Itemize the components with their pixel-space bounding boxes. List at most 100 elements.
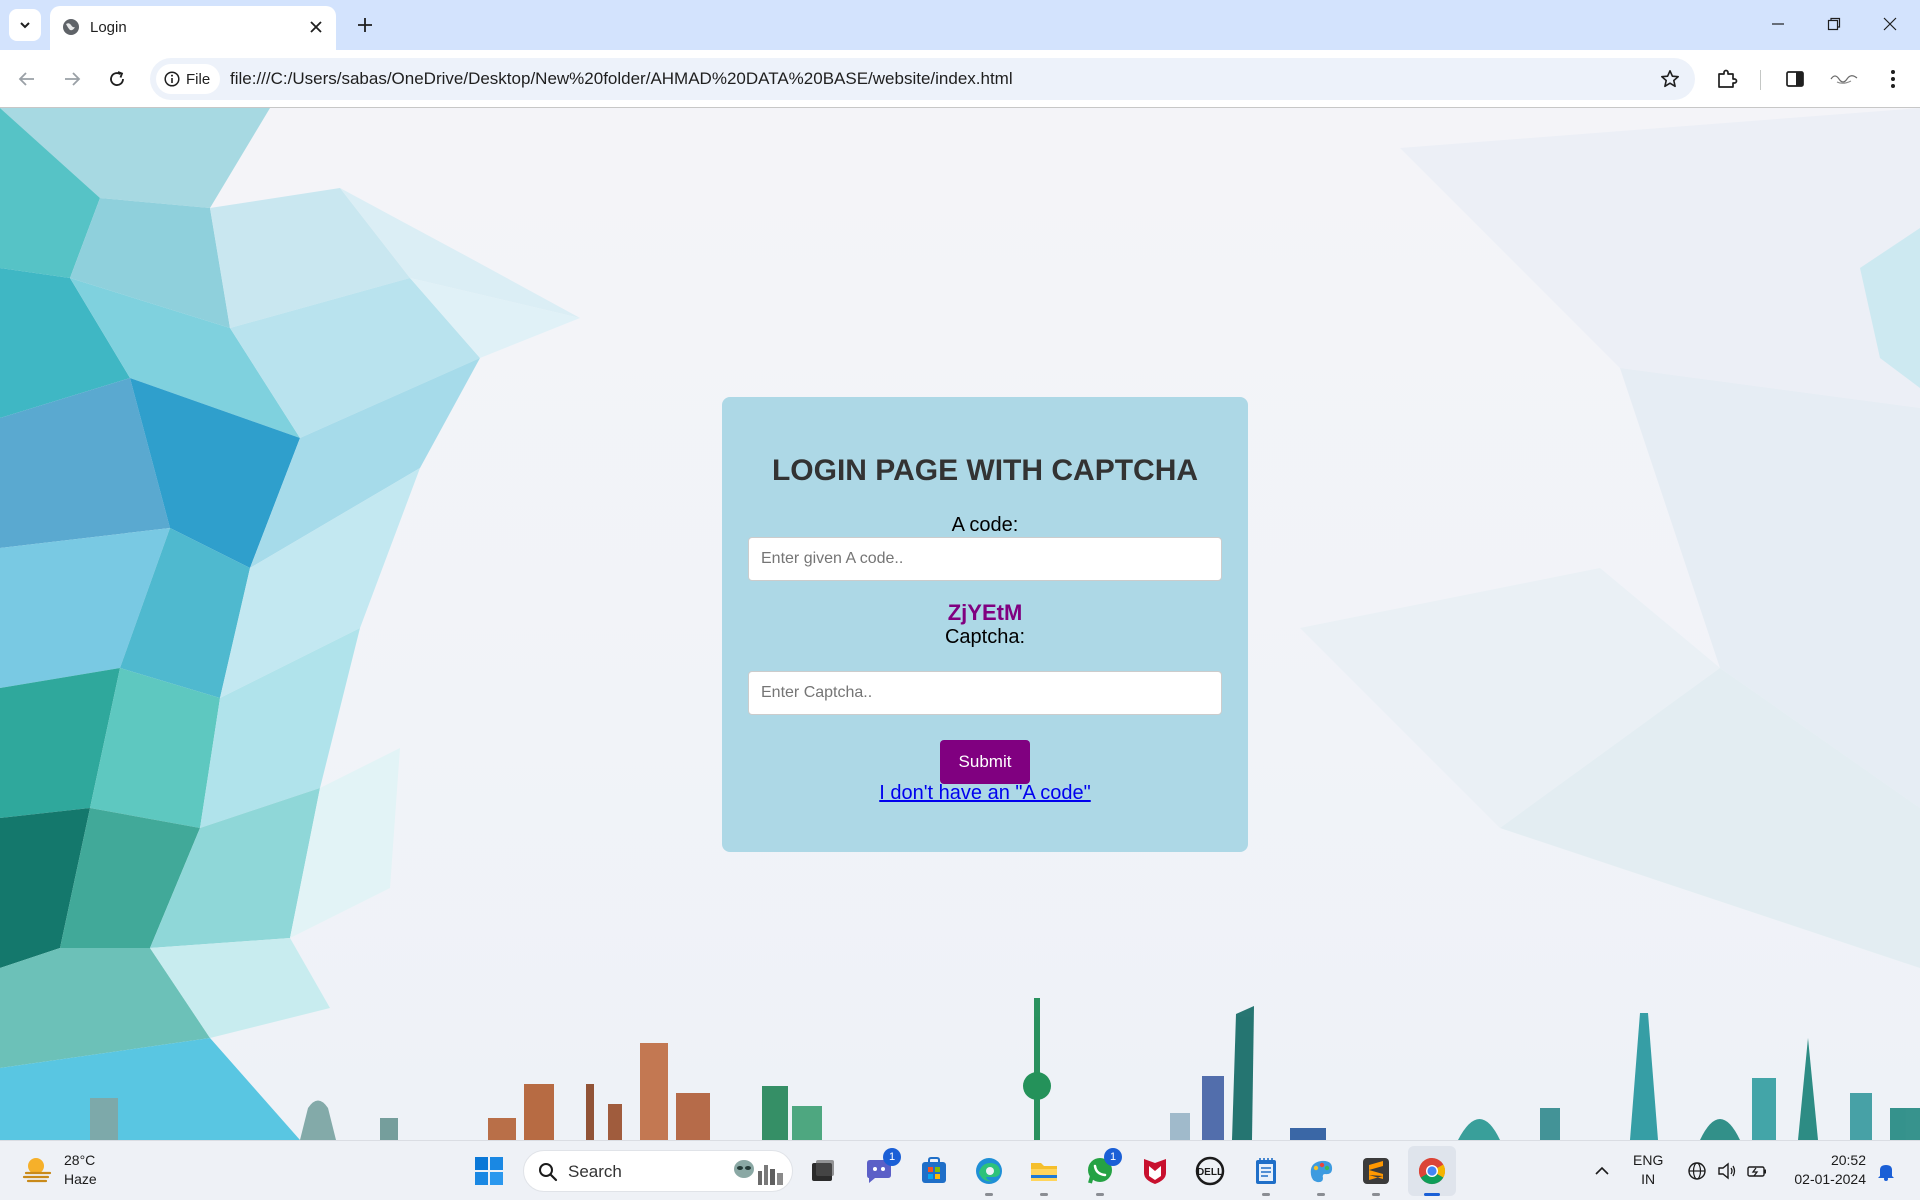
taskbar-search-box[interactable]: Search (523, 1150, 793, 1192)
no-a-code-link[interactable]: I don't have an "A code" (722, 782, 1248, 805)
side-panel-button[interactable] (1782, 66, 1808, 92)
taskbar: 28°C Haze Search 1 1 DELL ENG IN 20:52 0… (0, 1140, 1920, 1200)
notepad-running-indicator (1262, 1193, 1270, 1196)
toolbar-divider (1760, 70, 1761, 90)
whatsapp-badge: 1 (1104, 1148, 1122, 1166)
taskbar-chrome[interactable] (1416, 1155, 1448, 1196)
browser-toolbar: File file:///C:/Users/sabas/OneDrive/Des… (0, 50, 1920, 108)
volume-icon[interactable] (1716, 1160, 1738, 1182)
notepad-icon (1256, 1158, 1276, 1184)
edge-running-indicator (985, 1193, 993, 1196)
a-code-input[interactable] (748, 537, 1222, 581)
sublime-running-indicator (1372, 1193, 1380, 1196)
clock[interactable]: 20:52 02-01-2024 (1780, 1151, 1866, 1189)
new-tab-button[interactable] (352, 12, 378, 38)
info-icon (164, 71, 180, 87)
folder-icon (1031, 1163, 1057, 1181)
login-card: LOGIN PAGE WITH CAPTCHA A code: ZjYEtM C… (722, 397, 1248, 852)
taskbar-teams[interactable]: 1 (863, 1148, 901, 1187)
taskbar-notepad[interactable] (1250, 1155, 1282, 1196)
language-secondary: IN (1641, 1171, 1656, 1187)
paint-running-indicator (1317, 1193, 1325, 1196)
star-icon (1661, 70, 1679, 88)
bookmark-button[interactable] (1657, 66, 1683, 92)
store-icon (922, 1157, 946, 1183)
edge-icon (976, 1158, 1002, 1184)
back-button[interactable] (14, 66, 40, 92)
arrow-left-icon (18, 72, 34, 86)
weather-haze-icon[interactable] (22, 1154, 54, 1186)
url-text[interactable]: file:///C:/Users/sabas/OneDrive/Desktop/… (230, 69, 1013, 89)
taskbar-search-label: Search (568, 1162, 622, 1181)
chevron-down-icon (20, 22, 30, 29)
search-icon (539, 1163, 558, 1182)
language-primary: ENG (1633, 1152, 1664, 1168)
search-highlight-icon (734, 1160, 783, 1185)
minimize-button[interactable] (1758, 8, 1798, 40)
forward-button[interactable] (59, 66, 85, 92)
page-title: LOGIN PAGE WITH CAPTCHA (771, 454, 1199, 487)
svg-text:DELL: DELL (1197, 1167, 1223, 1178)
taskbar-whatsapp[interactable]: 1 (1084, 1148, 1122, 1196)
taskbar-edge[interactable] (973, 1155, 1005, 1196)
taskbar-store[interactable] (918, 1155, 950, 1187)
whatsapp-running-indicator (1096, 1193, 1104, 1196)
close-icon (310, 21, 322, 33)
restore-icon (1827, 17, 1841, 31)
mcafee-shield-icon (1144, 1159, 1166, 1184)
browser-tab-strip: Login (0, 0, 1920, 50)
chrome-icon (1418, 1157, 1446, 1185)
taskbar-paint[interactable] (1305, 1155, 1337, 1196)
task-view-icon (812, 1160, 834, 1181)
paint-icon (1310, 1160, 1333, 1183)
reload-icon (110, 71, 124, 86)
page-viewport: LOGIN PAGE WITH CAPTCHA A code: ZjYEtM C… (0, 108, 1920, 1140)
avatar (1830, 75, 1858, 84)
taskbar-task-view[interactable] (807, 1155, 839, 1187)
extensions-button[interactable] (1714, 66, 1740, 92)
arrow-right-icon (65, 72, 81, 86)
language-indicator[interactable]: ENG IN (1633, 1151, 1663, 1189)
taskbar-file-explorer[interactable] (1028, 1155, 1060, 1196)
chrome-active-indicator (1424, 1193, 1440, 1196)
tab-close-button[interactable] (306, 17, 326, 37)
minimize-icon (1772, 23, 1784, 25)
sublime-text-icon (1363, 1158, 1389, 1184)
tab-search-button[interactable] (9, 9, 41, 41)
captcha-label: Captcha: (944, 626, 1026, 648)
weather-temperature[interactable]: 28°C (64, 1152, 95, 1168)
reload-button[interactable] (104, 66, 130, 92)
restore-button[interactable] (1814, 8, 1854, 40)
site-info-chip[interactable]: File (156, 64, 221, 94)
tab-login[interactable]: Login (50, 6, 336, 50)
taskbar-dell[interactable]: DELL (1194, 1155, 1226, 1187)
puzzle-icon (1718, 69, 1738, 88)
profile-button[interactable] (1826, 64, 1862, 94)
address-bar[interactable]: File file:///C:/Users/sabas/OneDrive/Des… (150, 58, 1695, 100)
globe-icon (63, 19, 79, 35)
notification-bell-icon[interactable] (1875, 1160, 1897, 1182)
explorer-running-indicator (1040, 1193, 1048, 1196)
submit-button[interactable]: Submit (940, 740, 1030, 784)
captcha-input[interactable] (748, 671, 1222, 715)
side-panel-icon (1786, 71, 1804, 87)
taskbar-sublime-text[interactable] (1360, 1155, 1392, 1196)
close-window-button[interactable] (1870, 8, 1910, 40)
windows-start-icon[interactable] (473, 1155, 505, 1187)
chevron-up-icon[interactable] (1591, 1160, 1613, 1182)
city-skyline (90, 998, 1920, 1140)
clock-time: 20:52 (1830, 1152, 1866, 1168)
chrome-menu-button[interactable] (1880, 66, 1906, 92)
network-globe-icon[interactable] (1686, 1160, 1708, 1182)
teams-badge: 1 (883, 1148, 901, 1166)
clock-date: 02-01-2024 (1794, 1171, 1866, 1187)
weather-condition[interactable]: Haze (64, 1171, 97, 1187)
site-chip-label: File (186, 70, 211, 88)
more-vertical-icon (1891, 70, 1895, 88)
captcha-code: ZjYEtM (947, 600, 1023, 625)
tab-title: Login (90, 19, 127, 36)
close-icon (1883, 17, 1897, 31)
taskbar-mcafee[interactable] (1139, 1155, 1171, 1187)
battery-icon[interactable] (1746, 1160, 1768, 1182)
plus-icon (358, 18, 372, 32)
